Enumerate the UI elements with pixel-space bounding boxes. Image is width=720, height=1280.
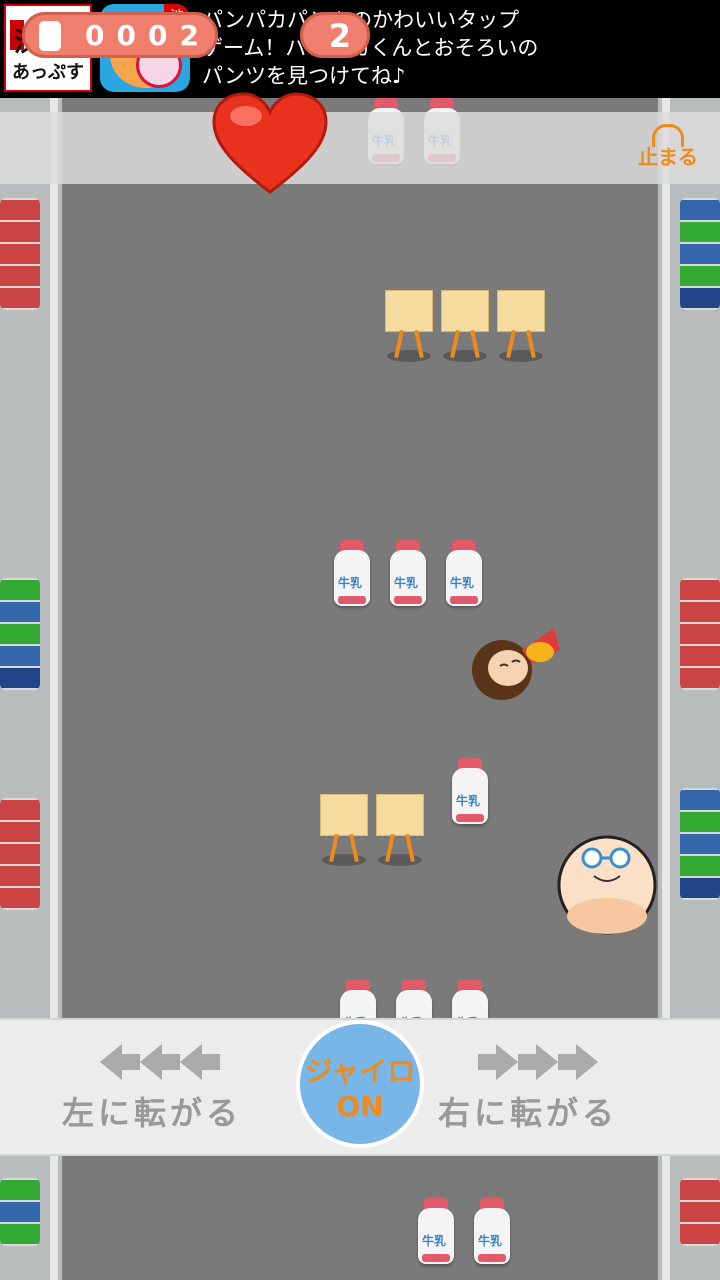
signboard-obstacle bbox=[497, 290, 545, 362]
signboard-obstacle bbox=[385, 290, 433, 362]
milk-bottle: 牛乳 bbox=[390, 540, 426, 606]
shop-front bbox=[680, 788, 720, 900]
roll-right-button[interactable]: 右に転がる bbox=[438, 1088, 618, 1134]
ad-text-line: パンパカパンツのかわいいタップ bbox=[202, 6, 712, 34]
shop-front bbox=[0, 1178, 40, 1246]
shop-front bbox=[0, 198, 40, 310]
ad-text-line: パンツを見つけてね♪ bbox=[202, 64, 406, 88]
pause-icon bbox=[652, 124, 684, 147]
milk-bottle: 牛乳 bbox=[474, 1198, 510, 1264]
shop-front bbox=[0, 578, 40, 690]
logo-line-2: あっぷす bbox=[12, 62, 84, 83]
milk-bottle: 牛乳 bbox=[452, 758, 488, 824]
heart-icon bbox=[212, 92, 328, 194]
ad-text[interactable]: パンパカパンツのかわいいタップ ゲーム！パンパカくんとおそろいの パンツを見つけ… bbox=[202, 6, 712, 90]
milk-bottle: 牛乳 bbox=[418, 1198, 454, 1264]
enemy-character bbox=[557, 835, 657, 935]
signboard-obstacle bbox=[441, 290, 489, 362]
milk-count: 0002 bbox=[85, 19, 211, 52]
left-arrows-icon bbox=[100, 1044, 220, 1080]
milk-counter: 0002 bbox=[22, 12, 218, 58]
lives-count: 2 bbox=[328, 17, 351, 55]
lives-counter: 2 bbox=[300, 12, 370, 58]
milk-bottle: 牛乳 bbox=[334, 540, 370, 606]
right-arrows-icon bbox=[478, 1044, 598, 1080]
shop-front bbox=[680, 198, 720, 310]
shop-front bbox=[0, 798, 40, 910]
gyro-label: ジャイロ bbox=[304, 1055, 416, 1088]
hud-bar bbox=[0, 112, 720, 184]
gyro-toggle[interactable]: ジャイロ ON bbox=[296, 1020, 424, 1148]
player-character bbox=[472, 628, 560, 700]
ad-text-line: ゲーム！パンパカくんとおそろいの bbox=[202, 36, 539, 60]
milk-bottle-icon bbox=[39, 21, 61, 51]
pause-label: 止まる bbox=[638, 145, 698, 169]
shop-front bbox=[680, 1178, 720, 1246]
shop-front bbox=[680, 578, 720, 690]
milk-bottle: 牛乳 bbox=[446, 540, 482, 606]
signboard-obstacle bbox=[376, 794, 424, 866]
roll-left-button[interactable]: 左に転がる bbox=[62, 1088, 242, 1134]
signboard-obstacle bbox=[320, 794, 368, 866]
pause-button[interactable]: 止まる bbox=[632, 124, 704, 174]
gyro-state: ON bbox=[336, 1090, 384, 1123]
